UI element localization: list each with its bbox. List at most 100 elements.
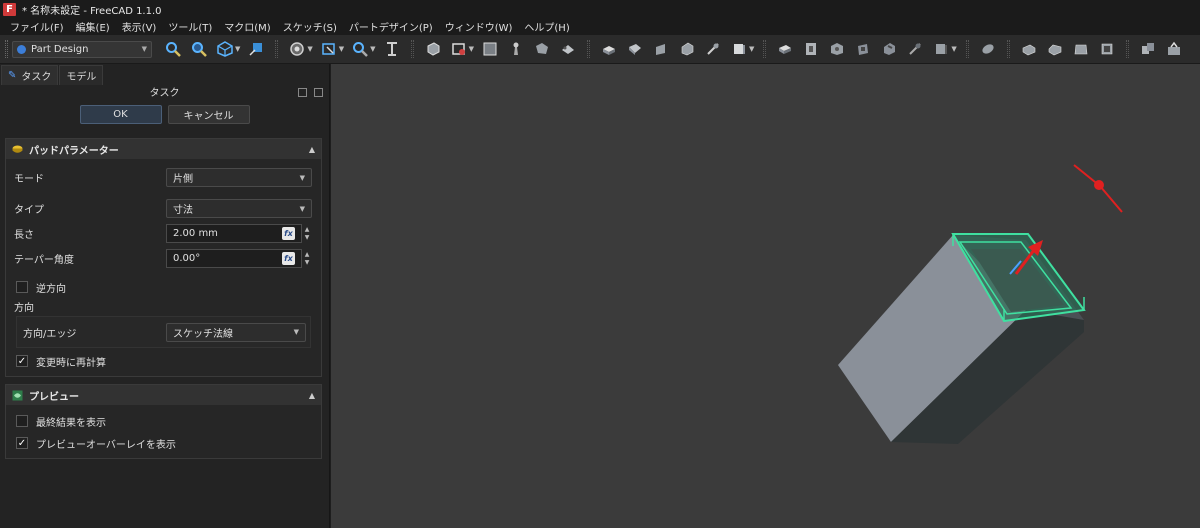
menu-tools[interactable]: ツール(T): [162, 19, 218, 34]
type-value: 寸法: [173, 205, 193, 216]
menu-help[interactable]: ヘルプ(H): [518, 19, 575, 34]
menu-sketch[interactable]: スケッチ(S): [277, 19, 343, 34]
datum-line-icon[interactable]: [533, 40, 551, 58]
pocket-icon[interactable]: [776, 40, 794, 58]
datum-plane-icon[interactable]: [559, 40, 577, 58]
zoom-fit-selection-icon[interactable]: [190, 40, 208, 58]
chevron-down-icon[interactable]: ▼: [469, 45, 474, 53]
length-spinbox[interactable]: 2.00 mm fx ▲ ▼: [166, 224, 312, 243]
toolbar-separator: [1006, 40, 1010, 58]
reversed-row[interactable]: 逆方向: [6, 276, 321, 298]
clearance-icon[interactable]: [383, 40, 401, 58]
draw-style-icon[interactable]: [288, 40, 306, 58]
chevron-down-icon[interactable]: ▼: [749, 45, 754, 53]
subtractive-loft-icon[interactable]: [854, 40, 872, 58]
taper-spinbox[interactable]: 0.00° fx ▲ ▼: [166, 249, 312, 268]
panel-minimize-icon[interactable]: [298, 88, 307, 97]
reversed-label: 逆方向: [36, 283, 66, 295]
hole-icon[interactable]: [802, 40, 820, 58]
show-final-checkbox[interactable]: [16, 415, 28, 427]
menu-view[interactable]: 表示(V): [116, 19, 163, 34]
selection-filter-icon[interactable]: [320, 40, 338, 58]
chevron-down-icon[interactable]: ▼: [339, 45, 344, 53]
chevron-down-icon: ▼: [299, 173, 305, 182]
3d-viewport[interactable]: [331, 64, 1200, 528]
task-panel-header: タスク: [0, 85, 329, 103]
create-body-icon[interactable]: [424, 40, 442, 58]
menu-window[interactable]: ウィンドウ(W): [439, 19, 519, 34]
boolean-icon[interactable]: [1139, 40, 1157, 58]
pad-parameters-title: パッドパラメーター: [29, 145, 119, 157]
zoom-box-icon[interactable]: [351, 40, 369, 58]
recompute-checkbox[interactable]: ✓: [16, 355, 28, 367]
fillet-icon[interactable]: [1020, 40, 1038, 58]
rotation-dragger-handle[interactable]: [1094, 180, 1104, 190]
menu-part-design[interactable]: パートデザイン(P): [343, 19, 439, 34]
chevron-down-icon[interactable]: ▼: [235, 45, 240, 53]
toolbar-separator: [410, 40, 414, 58]
validate-sketch-icon[interactable]: [481, 40, 499, 58]
menu-edit[interactable]: 編集(E): [70, 19, 116, 34]
measure-icon[interactable]: [247, 40, 265, 58]
toolbar-separator: [1125, 40, 1129, 58]
ok-button[interactable]: OK: [79, 105, 162, 124]
toolbar-grip[interactable]: [5, 40, 8, 58]
part-design-workbench-icon: [17, 44, 26, 54]
groove-icon[interactable]: [828, 40, 846, 58]
length-field[interactable]: 2.00 mm fx: [166, 224, 302, 243]
taper-field[interactable]: 0.00° fx: [166, 249, 302, 268]
datum-point-icon[interactable]: [507, 40, 525, 58]
chevron-down-icon[interactable]: ▼: [307, 45, 312, 53]
draft-icon[interactable]: [1072, 40, 1090, 58]
panel-float-icon[interactable]: [314, 88, 323, 97]
type-select[interactable]: 寸法 ▼: [166, 199, 312, 218]
pad-feature-icon: [12, 145, 23, 153]
preview-header[interactable]: プレビュー ▲: [6, 385, 321, 405]
panel-header-buttons: [298, 88, 323, 97]
expression-fx-icon[interactable]: fx: [282, 252, 295, 265]
menu-file[interactable]: ファイル(F): [4, 19, 70, 34]
reversed-checkbox[interactable]: [16, 281, 28, 293]
create-sketch-icon[interactable]: [450, 40, 468, 58]
zoom-fit-all-icon[interactable]: [164, 40, 182, 58]
thickness-icon[interactable]: [1098, 40, 1116, 58]
loft-icon[interactable]: [652, 40, 670, 58]
chamfer-icon[interactable]: [1046, 40, 1064, 58]
direction-edge-select[interactable]: スケッチ法線 ▼: [166, 322, 306, 342]
mode-select[interactable]: 片側 ▼: [166, 168, 312, 187]
length-row: 長さ 2.00 mm fx ▲ ▼: [6, 221, 321, 246]
show-final-row[interactable]: 最終結果を表示: [6, 410, 321, 432]
isometric-view-icon[interactable]: [216, 40, 234, 58]
tab-task[interactable]: ✎ タスク: [1, 65, 59, 85]
mirrored-icon[interactable]: [979, 40, 997, 58]
collapse-chevron-up-icon[interactable]: ▲: [309, 145, 315, 154]
pad-icon[interactable]: [600, 40, 618, 58]
show-overlay-row[interactable]: ✓ プレビューオーバーレイを表示: [6, 432, 321, 454]
chevron-down-icon[interactable]: ▼: [370, 45, 375, 53]
expression-fx-icon[interactable]: fx: [282, 227, 295, 240]
revolution-icon[interactable]: [626, 40, 644, 58]
additive-primitive-icon[interactable]: [730, 40, 748, 58]
direction-group: 方向/エッジ スケッチ法線 ▼: [16, 316, 311, 348]
cancel-button[interactable]: キャンセル: [167, 105, 250, 124]
chevron-down-icon[interactable]: ▼: [951, 45, 956, 53]
tab-model[interactable]: モデル: [59, 65, 104, 85]
3d-scene[interactable]: [331, 64, 1200, 528]
pipe-icon[interactable]: [678, 40, 696, 58]
taper-stepper[interactable]: ▲ ▼: [302, 249, 312, 268]
menu-bar: ファイル(F) 編集(E) 表示(V) ツール(T) マクロ(M) スケッチ(S…: [0, 18, 1200, 35]
length-label: 長さ: [14, 230, 34, 241]
subtractive-primitive-icon[interactable]: [932, 40, 950, 58]
shape-binder-icon[interactable]: [1165, 40, 1183, 58]
show-overlay-checkbox[interactable]: ✓: [16, 437, 28, 449]
subtractive-pipe-icon[interactable]: [880, 40, 898, 58]
pad-parameters-header[interactable]: パッドパラメーター ▲: [6, 139, 321, 159]
menu-macro[interactable]: マクロ(M): [218, 19, 276, 34]
subtractive-helix-icon[interactable]: [906, 40, 924, 58]
length-stepper[interactable]: ▲ ▼: [302, 224, 312, 243]
title-bar: F * 名称未設定 - FreeCAD 1.1.0: [0, 0, 1200, 18]
helix-icon[interactable]: [704, 40, 722, 58]
collapse-chevron-up-icon[interactable]: ▲: [309, 391, 315, 400]
recompute-row[interactable]: ✓ 変更時に再計算: [6, 350, 321, 372]
workbench-selector[interactable]: Part Design ▼: [12, 40, 152, 58]
